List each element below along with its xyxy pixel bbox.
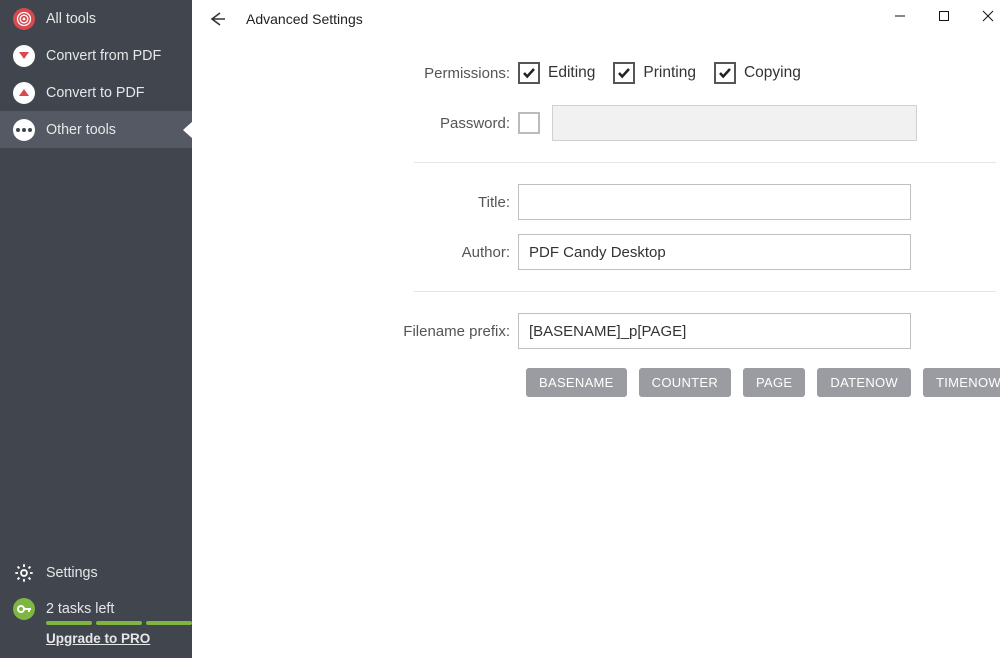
password-input[interactable]: [552, 105, 917, 141]
token-timenow-button[interactable]: TIMENOW: [923, 368, 1000, 397]
sidebar-item-other-tools[interactable]: Other tools: [0, 111, 192, 148]
sidebar-item-label: Settings: [46, 565, 98, 581]
sidebar-item-label: Other tools: [46, 122, 116, 138]
key-icon: [12, 597, 36, 621]
sidebar-item-label: Convert from PDF: [46, 48, 161, 64]
token-page-button[interactable]: PAGE: [743, 368, 805, 397]
password-enable-checkbox[interactable]: [518, 112, 540, 134]
spiral-icon: [12, 7, 36, 31]
printing-label: Printing: [643, 64, 696, 82]
sidebar-item-all-tools[interactable]: All tools: [0, 0, 192, 37]
token-basename-button[interactable]: BASENAME: [526, 368, 627, 397]
page-title: Advanced Settings: [246, 11, 363, 27]
sidebar-item-label: All tools: [46, 11, 96, 27]
token-datenow-button[interactable]: DATENOW: [817, 368, 911, 397]
editing-label: Editing: [548, 64, 595, 82]
sidebar: All tools Convert from PDF Convert to PD…: [0, 0, 192, 658]
filename-prefix-input[interactable]: [518, 313, 911, 349]
tasks-left-label: 2 tasks left: [46, 601, 114, 617]
token-counter-button[interactable]: COUNTER: [639, 368, 731, 397]
copying-label: Copying: [744, 64, 801, 82]
title-label: Title:: [192, 194, 518, 211]
password-label: Password:: [192, 115, 518, 132]
sidebar-item-convert-from-pdf[interactable]: Convert from PDF: [0, 37, 192, 74]
editing-checkbox[interactable]: [518, 62, 540, 84]
arrow-down-icon: [12, 44, 36, 68]
printing-checkbox[interactable]: [613, 62, 635, 84]
window-maximize-button[interactable]: [922, 0, 966, 32]
gear-icon: [12, 561, 36, 585]
main-panel: Advanced Settings Permissions: Editing P…: [192, 0, 1000, 658]
sidebar-item-label: Convert to PDF: [46, 85, 145, 101]
author-label: Author:: [192, 244, 518, 261]
divider: [414, 291, 996, 292]
title-input[interactable]: [518, 184, 911, 220]
credits-bar: [46, 621, 192, 625]
sidebar-item-convert-to-pdf[interactable]: Convert to PDF: [0, 74, 192, 111]
author-input[interactable]: [518, 234, 911, 270]
dots-icon: [12, 118, 36, 142]
window-minimize-button[interactable]: [878, 0, 922, 32]
sidebar-item-settings[interactable]: Settings: [0, 555, 192, 591]
filename-prefix-label: Filename prefix:: [192, 323, 518, 340]
titlebar: Advanced Settings: [192, 0, 1000, 38]
upgrade-link[interactable]: Upgrade to PRO: [46, 631, 192, 646]
arrow-up-icon: [12, 81, 36, 105]
app-window: All tools Convert from PDF Convert to PD…: [0, 0, 1000, 658]
copying-checkbox[interactable]: [714, 62, 736, 84]
settings-form: Permissions: Editing Printing Copying Pa…: [192, 38, 1000, 397]
divider: [414, 162, 996, 163]
back-button[interactable]: [198, 0, 238, 38]
permissions-label: Permissions:: [192, 65, 518, 82]
window-close-button[interactable]: [966, 0, 1000, 32]
token-buttons-row: BASENAME COUNTER PAGE DATENOW TIMENOW: [526, 368, 1000, 397]
